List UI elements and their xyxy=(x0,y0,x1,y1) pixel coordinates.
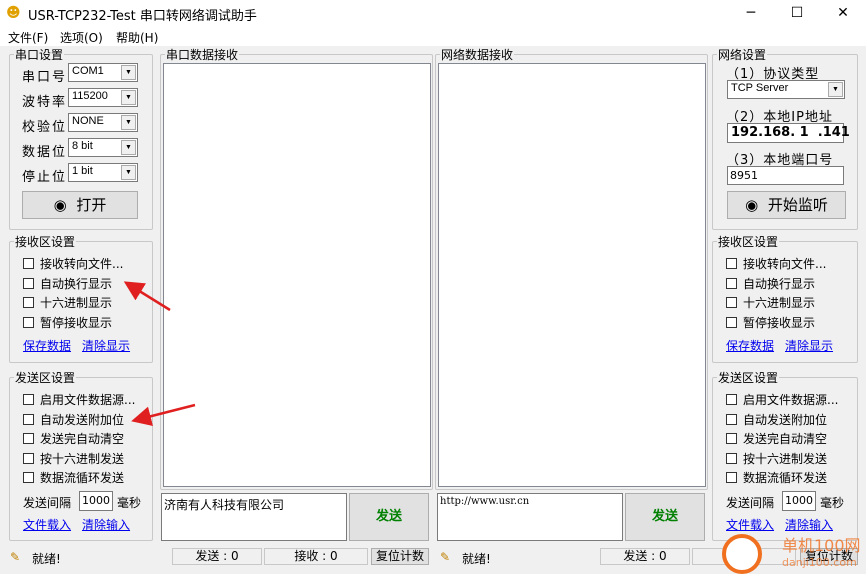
annotation-arrows xyxy=(123,281,196,426)
arrow-annotation xyxy=(131,403,196,426)
arrow-annotation xyxy=(123,281,171,312)
